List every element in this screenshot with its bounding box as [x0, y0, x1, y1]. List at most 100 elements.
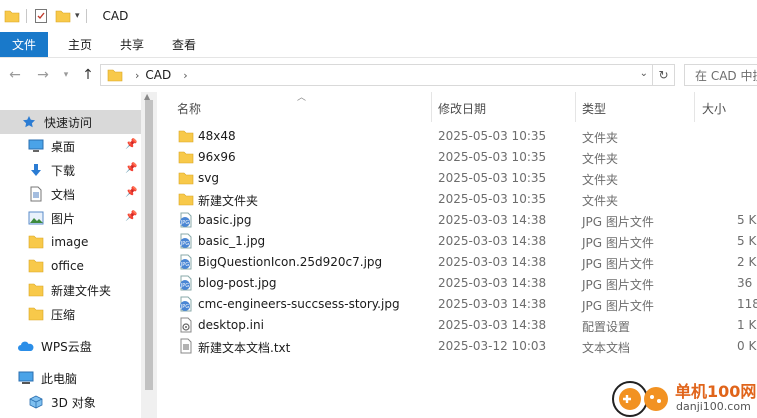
column-divider[interactable]: [431, 92, 432, 122]
sidebar-item-3d-objects[interactable]: 3D 对象: [0, 390, 96, 414]
picture-icon: [27, 209, 45, 227]
folder-icon: [27, 257, 45, 275]
tab-view[interactable]: 查看: [158, 32, 210, 57]
breadcrumb-cad[interactable]: CAD: [145, 68, 171, 82]
jpg-icon: JPG: [178, 254, 194, 270]
svg-text:JPG: JPG: [180, 304, 189, 310]
file-date: 2025-05-03 10:35: [438, 150, 547, 164]
sidebar-item-label: 快速访问: [44, 115, 93, 130]
file-name: basic.jpg: [198, 213, 252, 227]
file-name: cmc-engineers-succsess-story.jpg: [198, 297, 400, 311]
file-type: 配置设置: [582, 320, 631, 334]
sidebar-item-label: image: [51, 235, 89, 249]
sidebar-item-new-folder[interactable]: 新建文件夹: [0, 278, 111, 302]
back-button[interactable]: ←: [4, 64, 26, 86]
sidebar-item-label: 3D 对象: [51, 395, 96, 410]
up-button[interactable]: ↑: [77, 64, 99, 86]
file-list: ︿ 名称 修改日期 类型 大小 48x48 2025-05-03 10:35 文件夹…: [157, 92, 757, 418]
file-row[interactable]: JPG blog-post.jpg 2025-03-03 14:38 JPG 图片文件…: [157, 273, 757, 294]
file-date: 2025-03-03 14:38: [438, 213, 547, 227]
folder-icon: [27, 281, 45, 299]
tab-home[interactable]: 主页: [54, 32, 106, 57]
chevron-down-icon[interactable]: ⌄: [640, 68, 648, 79]
column-divider[interactable]: [694, 92, 695, 122]
file-row[interactable]: JPG basic.jpg 2025-03-03 14:38 JPG 图片文件 5 K: [157, 210, 757, 231]
properties-icon[interactable]: [33, 0, 49, 32]
refresh-icon[interactable]: ↻: [652, 65, 674, 85]
sidebar-item-documents[interactable]: 文档 📌: [0, 182, 141, 206]
tab-share[interactable]: 共享: [106, 32, 158, 57]
customize-quick-access-icon[interactable]: ▾: [75, 0, 80, 32]
folder-icon: [178, 170, 194, 186]
svg-text:JPG: JPG: [180, 283, 189, 289]
tab-file[interactable]: 文件: [0, 32, 48, 57]
file-row[interactable]: JPG BigQuestionIcon.25d920c7.jpg 2025-03-0…: [157, 252, 757, 273]
file-type: 文件夹: [582, 173, 619, 187]
file-name: basic_1.jpg: [198, 234, 266, 248]
file-row[interactable]: desktop.ini 2025-03-03 14:38 配置设置 1 K: [157, 315, 757, 336]
sidebar-item-label: office: [51, 259, 84, 273]
sidebar-item-wps-cloud[interactable]: WPS云盘: [0, 334, 92, 358]
forward-button[interactable]: →: [32, 64, 54, 86]
address-bar[interactable]: › CAD › ⌄ ↻: [100, 64, 675, 86]
new-folder-icon[interactable]: [55, 0, 71, 32]
file-name: blog-post.jpg: [198, 276, 277, 290]
pin-icon[interactable]: 📌: [125, 163, 137, 174]
chevron-right-icon[interactable]: ›: [183, 69, 187, 82]
navigation-pane: 快速访问 桌面 📌 下载 📌 文档 📌 图片 📌 image office 新建…: [0, 92, 157, 418]
file-date: 2025-03-03 14:38: [438, 276, 547, 290]
jpg-icon: JPG: [178, 275, 194, 291]
ribbon-tabs: 文件 主页 共享 查看: [0, 32, 757, 58]
sidebar-item-label: 此电脑: [41, 371, 78, 386]
column-header-date[interactable]: 修改日期: [438, 100, 486, 117]
file-size: 1 K: [737, 318, 757, 332]
sidebar-item-compress[interactable]: 压缩: [0, 302, 75, 326]
column-header-size[interactable]: 大小: [702, 100, 726, 117]
sidebar-scrollbar[interactable]: ▲: [141, 92, 157, 418]
file-row[interactable]: 48x48 2025-05-03 10:35 文件夹: [157, 126, 757, 147]
column-header-name[interactable]: 名称: [177, 100, 201, 117]
desktop-icon: [27, 137, 45, 155]
sidebar-item-pictures[interactable]: 图片 📌: [0, 206, 141, 230]
folder-icon: [27, 233, 45, 251]
cloud-icon: [17, 337, 35, 355]
file-name: 96x96: [198, 150, 236, 164]
pin-icon[interactable]: 📌: [125, 139, 137, 150]
file-row[interactable]: 新建文本文档.txt 2025-03-12 10:03 文本文档 0 K: [157, 336, 757, 357]
file-name: 新建文件夹: [198, 194, 259, 208]
file-size: 5 K: [737, 234, 757, 248]
file-name: 48x48: [198, 129, 236, 143]
folder-icon[interactable]: [4, 0, 20, 32]
column-divider[interactable]: [575, 92, 576, 122]
file-name: svg: [198, 171, 219, 185]
separator: [26, 9, 27, 23]
star-icon: [20, 113, 38, 131]
sidebar-item-quick-access[interactable]: 快速访问: [0, 110, 141, 134]
file-row[interactable]: 96x96 2025-05-03 10:35 文件夹: [157, 147, 757, 168]
pin-icon[interactable]: 📌: [125, 187, 137, 198]
file-type: 文件夹: [582, 131, 619, 145]
file-row[interactable]: JPG basic_1.jpg 2025-03-03 14:38 JPG 图片文件 5 …: [157, 231, 757, 252]
computer-icon: [17, 369, 35, 387]
file-row[interactable]: JPG cmc-engineers-succsess-story.jpg 2025-…: [157, 294, 757, 315]
sidebar-item-label: 压缩: [51, 307, 76, 322]
file-row[interactable]: 新建文件夹 2025-05-03 10:35 文件夹: [157, 189, 757, 210]
watermark: 单机100网 danji100.com: [608, 375, 757, 418]
search-input[interactable]: 在 CAD 中搜: [684, 64, 757, 86]
file-type: 文件夹: [582, 152, 619, 166]
sidebar-item-downloads[interactable]: 下载 📌: [0, 158, 141, 182]
sidebar-item-office[interactable]: office: [0, 254, 84, 278]
ini-icon: [178, 317, 194, 333]
sidebar-item-this-pc[interactable]: 此电脑: [0, 366, 77, 390]
sidebar-item-image[interactable]: image: [0, 230, 88, 254]
file-type: JPG 图片文件: [582, 236, 654, 250]
scrollbar-thumb[interactable]: [145, 100, 153, 390]
pin-icon[interactable]: 📌: [125, 211, 137, 222]
download-icon: [27, 161, 45, 179]
address-row: ← → ▾ ↑ › CAD › ⌄ ↻ 在 CAD 中搜: [0, 58, 757, 92]
file-row[interactable]: svg 2025-05-03 10:35 文件夹: [157, 168, 757, 189]
sidebar-item-desktop[interactable]: 桌面 📌: [0, 134, 141, 158]
recent-locations-button[interactable]: ▾: [55, 64, 77, 86]
column-header-type[interactable]: 类型: [582, 100, 606, 117]
title-bar: ▾ CAD: [0, 0, 757, 32]
